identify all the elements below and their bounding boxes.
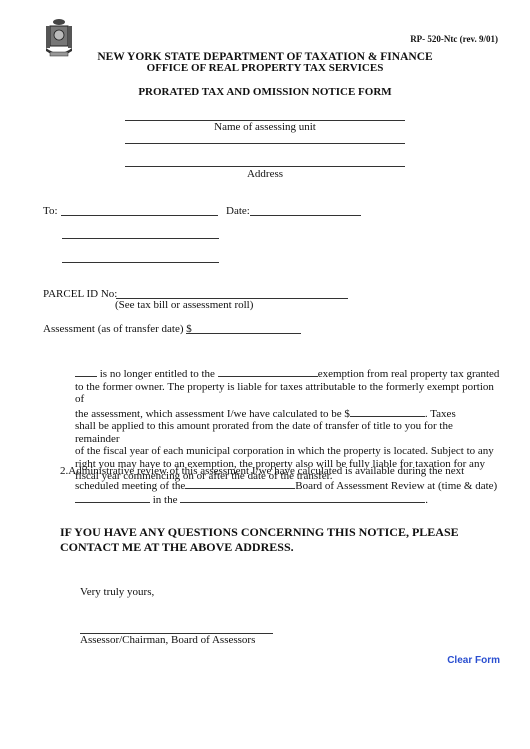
p1-line2: to the former owner. The property is lia… xyxy=(75,380,494,406)
closing-text: Very truly yours, xyxy=(80,586,155,598)
clear-form-button[interactable]: Clear Form xyxy=(447,655,500,666)
p2-line2a: scheduled meeting of the xyxy=(75,479,186,492)
p1-seg1: is no longer entitled to the xyxy=(99,368,215,380)
office-name: OFFICE OF REAL PROPERTY TAX SERVICES xyxy=(146,62,384,74)
calculated-amount-field[interactable] xyxy=(349,406,425,417)
p2-line3-end: . xyxy=(425,494,428,506)
form-number: RP- 520-Ntc (rev. 9/01) xyxy=(410,34,498,44)
owner-field[interactable] xyxy=(75,366,97,377)
to-field[interactable] xyxy=(61,215,218,216)
paragraph-review: 2.Administrative review of this assessme… xyxy=(60,465,505,507)
location-field[interactable] xyxy=(180,492,426,503)
p2-line2b: Board of Assessment Review at (time & da… xyxy=(295,479,498,492)
exemption-type-field[interactable] xyxy=(217,366,318,377)
p1-line4: shall be applied to this amount prorated… xyxy=(75,420,453,445)
to-address-line-1[interactable] xyxy=(62,238,219,239)
date-field[interactable] xyxy=(250,215,361,216)
to-address-line-2[interactable] xyxy=(62,262,219,263)
address-caption: Address xyxy=(246,168,284,180)
date-label: Date: xyxy=(226,205,250,217)
form-title: PRORATED TAX AND OMISSION NOTICE FORM xyxy=(138,86,392,98)
p1-line3b: . Taxes xyxy=(424,407,456,420)
p2-line1: 2.Administrative review of this assessme… xyxy=(60,465,465,477)
assessment-field[interactable] xyxy=(186,333,301,334)
time-date-field[interactable] xyxy=(75,492,150,503)
parcel-id-label: PARCEL ID No: xyxy=(43,288,118,300)
parcel-id-hint: (See tax bill or assessment roll) xyxy=(115,299,254,311)
assessing-unit-caption: Name of assessing unit xyxy=(214,121,316,133)
assessing-unit-field-2[interactable] xyxy=(125,143,405,144)
p1-line3a: the assessment, which assessment I/we ha… xyxy=(75,407,350,420)
signature-caption: Assessor/Chairman, Board of Assessors xyxy=(80,634,256,646)
p1-line5: of the fiscal year of each municipal cor… xyxy=(75,445,494,457)
contact-notice: IF YOU HAVE ANY QUESTIONS CONCERNING THI… xyxy=(60,525,459,554)
to-label: To: xyxy=(43,205,58,217)
meeting-of-field[interactable] xyxy=(185,478,296,489)
assessment-label: Assessment (as of transfer date) $ xyxy=(43,323,192,335)
address-field[interactable] xyxy=(125,166,405,167)
p1-seg2: exemption from real property tax granted xyxy=(317,368,500,380)
p2-line3: in the xyxy=(152,494,178,506)
